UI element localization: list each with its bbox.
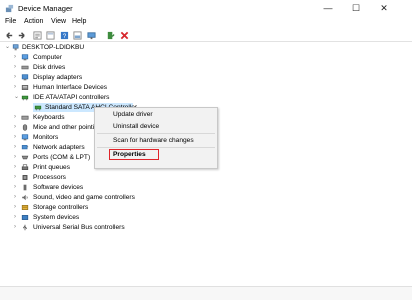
tree-item-software-devices[interactable]: › Software devices	[0, 183, 200, 192]
sata-controller-icon	[34, 105, 42, 111]
network-adapter-icon	[21, 145, 29, 150]
chevron-right-icon[interactable]: ›	[14, 153, 20, 162]
maximize-button[interactable]: ☐	[342, 0, 370, 17]
tree-item-label: Ports (COM & LPT)	[33, 154, 91, 161]
chevron-right-icon[interactable]: ›	[14, 73, 20, 82]
usb-icon	[23, 224, 27, 231]
minimize-button[interactable]: —	[314, 0, 342, 17]
tree-item-label: System devices	[33, 214, 80, 221]
tree-item-label: Display adapters	[33, 74, 83, 81]
tree-item-label: Human Interface Devices	[33, 84, 108, 91]
uninstall-icon[interactable]	[120, 31, 129, 40]
tree-item-label: Disk drives	[33, 64, 66, 71]
tree-item-usb-controllers[interactable]: › Universal Serial Bus controllers	[0, 223, 200, 232]
computer-root-icon	[12, 44, 19, 51]
tree-item-label: Software devices	[33, 184, 84, 191]
keyboard-icon	[21, 115, 29, 120]
tree-item-label: Mice and other pointi	[33, 124, 95, 131]
printer-icon	[21, 164, 29, 170]
menu-help[interactable]: Help	[72, 18, 86, 25]
context-menu: Update driver Uninstall device Scan for …	[94, 107, 218, 169]
menu-action[interactable]: Action	[24, 18, 43, 25]
chevron-right-icon[interactable]: ›	[14, 133, 20, 142]
update-driver-icon[interactable]	[106, 31, 115, 40]
context-uninstall-device[interactable]: Uninstall device	[113, 123, 159, 130]
chevron-right-icon[interactable]: ›	[14, 193, 20, 202]
tree-item-display-adapters[interactable]: › Display adapters	[0, 73, 160, 82]
context-scan-hardware[interactable]: Scan for hardware changes	[113, 137, 194, 144]
chevron-right-icon[interactable]: ›	[14, 143, 20, 152]
tree-item-processors[interactable]: › Processors	[0, 173, 160, 182]
title-bar: Device Manager — ☐ ✕	[0, 0, 412, 17]
tree-view-icon[interactable]	[46, 31, 55, 40]
processor-icon	[22, 175, 28, 180]
chevron-right-icon[interactable]: ›	[14, 53, 20, 62]
chevron-right-icon[interactable]: ›	[14, 173, 20, 182]
monitor-device-icon	[21, 134, 29, 141]
speaker-icon	[22, 194, 28, 201]
storage-controller-icon	[21, 205, 29, 210]
tree-item-ide-controllers[interactable]: ⌄ IDE ATA/ATAPI controllers	[0, 93, 160, 102]
chevron-right-icon[interactable]: ›	[14, 123, 20, 132]
tree-item-system-devices[interactable]: › System devices	[0, 213, 200, 222]
chevron-down-icon[interactable]: ⌄	[5, 43, 11, 52]
tree-item-label: Sound, video and game controllers	[33, 194, 135, 201]
back-icon[interactable]	[5, 31, 14, 40]
menu-bar: File Action View Help	[0, 17, 412, 29]
forward-icon[interactable]	[17, 31, 26, 40]
computer-icon	[21, 54, 29, 61]
device-manager-icon	[5, 4, 14, 13]
tree-item-label: Computer	[33, 54, 62, 61]
context-separator	[97, 133, 215, 134]
software-device-icon	[23, 184, 27, 191]
close-button[interactable]: ✕	[370, 0, 398, 17]
monitor-icon[interactable]	[87, 31, 96, 40]
disk-drive-icon	[21, 65, 29, 70]
port-icon	[21, 155, 29, 160]
chevron-right-icon[interactable]: ›	[14, 113, 20, 122]
tree-item-label: IDE ATA/ATAPI controllers	[33, 94, 110, 101]
context-update-driver[interactable]: Update driver	[113, 111, 153, 118]
tree-item-label: Print queues	[33, 164, 71, 171]
tree-item-hid[interactable]: › Human Interface Devices	[0, 83, 160, 92]
tree-root-label: DESKTOP-LDIDKBU	[22, 44, 85, 51]
chevron-down-icon[interactable]: ⌄	[14, 93, 20, 102]
mouse-icon	[22, 124, 28, 131]
menu-view[interactable]: View	[51, 18, 66, 25]
context-separator	[97, 147, 215, 148]
chevron-right-icon[interactable]: ›	[14, 223, 20, 232]
svg-text:?: ?	[63, 33, 67, 40]
tree-item-disk-drives[interactable]: › Disk drives	[0, 63, 160, 72]
properties-icon[interactable]	[33, 31, 42, 40]
menu-file[interactable]: File	[5, 18, 16, 25]
tree-item-label: Monitors	[33, 134, 59, 141]
chevron-right-icon[interactable]: ›	[14, 203, 20, 212]
context-properties[interactable]: Properties	[113, 151, 146, 158]
tree-root[interactable]: ⌄ DESKTOP-LDIDKBU	[0, 43, 160, 52]
help-icon[interactable]: ?	[60, 31, 69, 40]
status-bar	[0, 286, 412, 300]
chevron-right-icon[interactable]: ›	[14, 183, 20, 192]
ide-controller-icon	[21, 95, 29, 101]
window-title: Device Manager	[18, 4, 73, 13]
tree-item-label: Processors	[33, 174, 66, 181]
tree-item-label: Storage controllers	[33, 204, 89, 211]
system-device-icon	[21, 215, 29, 220]
tree-item-label: Universal Serial Bus controllers	[33, 224, 125, 231]
toolbar: ?	[0, 29, 412, 42]
display-adapter-icon	[21, 74, 29, 81]
hid-icon	[21, 85, 29, 90]
tree-item-label: Keyboards	[33, 114, 65, 121]
chevron-right-icon[interactable]: ›	[14, 213, 20, 222]
tree-item-computer[interactable]: › Computer	[0, 53, 160, 62]
tree-item-sound[interactable]: › Sound, video and game controllers	[0, 193, 200, 202]
resources-icon[interactable]	[73, 31, 82, 40]
tree-item-storage-controllers[interactable]: › Storage controllers	[0, 203, 200, 212]
chevron-right-icon[interactable]: ›	[14, 63, 20, 72]
chevron-right-icon[interactable]: ›	[14, 163, 20, 172]
tree-item-label: Network adapters	[33, 144, 85, 151]
chevron-right-icon[interactable]: ›	[14, 83, 20, 92]
